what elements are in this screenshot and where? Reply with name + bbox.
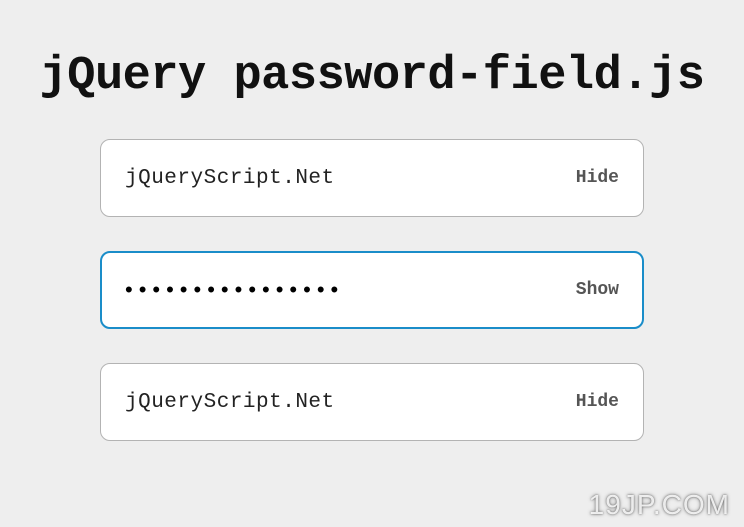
password-input[interactable] (125, 277, 564, 303)
password-fields-container: Hide Show Hide (100, 139, 644, 441)
password-input[interactable] (125, 391, 564, 414)
toggle-visibility-button[interactable]: Hide (564, 392, 619, 412)
watermark-text: 19JP.COM (589, 489, 730, 521)
password-input[interactable] (125, 167, 564, 190)
page-title: jQuery password-field.js (0, 0, 744, 139)
toggle-visibility-button[interactable]: Hide (564, 168, 619, 188)
password-field-row: Show (100, 251, 644, 329)
password-field-row: Hide (100, 139, 644, 217)
password-field-row: Hide (100, 363, 644, 441)
toggle-visibility-button[interactable]: Show (564, 280, 619, 300)
